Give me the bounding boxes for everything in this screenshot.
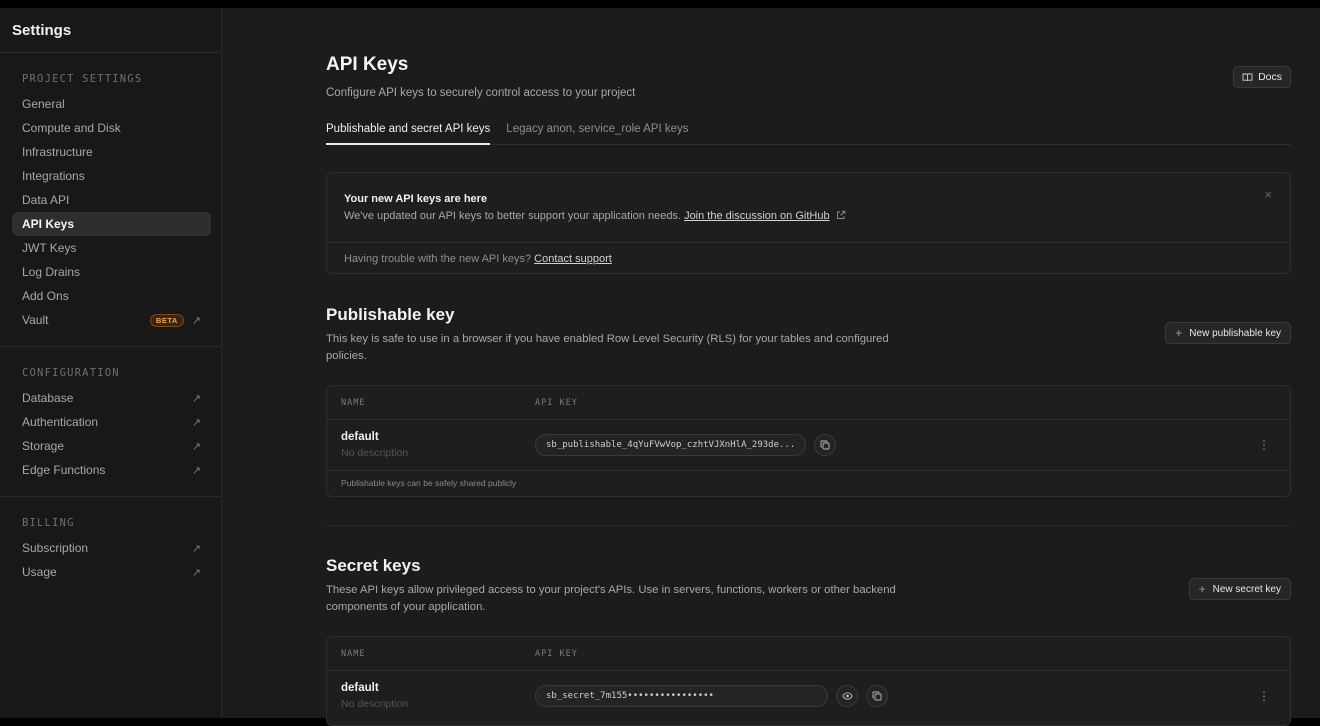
sidebar-item-storage[interactable]: Storage ↗ [12, 434, 211, 458]
close-icon[interactable]: × [1264, 187, 1272, 202]
new-publishable-key-button[interactable]: + New publishable key [1165, 322, 1291, 344]
contact-support-link[interactable]: Contact support [534, 253, 612, 265]
sidebar-item-label: General [22, 97, 65, 111]
table-footer-note: Publishable keys can be safely shared pu… [327, 470, 1290, 496]
notice-title: Your new API keys are here [344, 193, 488, 205]
arrow-up-right-icon: ↗ [191, 314, 201, 327]
sidebar-item-authentication[interactable]: Authentication ↗ [12, 410, 211, 434]
arrow-up-right-icon: ↗ [191, 416, 201, 429]
sidebar-item-label: Integrations [22, 169, 85, 183]
sidebar-item-label: Database [22, 391, 74, 405]
plus-icon: + [1175, 326, 1183, 340]
app-window: Settings PROJECT SETTINGS General Comput… [0, 8, 1320, 726]
sidebar-title: Settings [0, 8, 221, 53]
sidebar-item-label: Subscription [22, 541, 89, 555]
key-description: No description [341, 447, 409, 459]
column-header-name: NAME [341, 648, 366, 659]
api-keys-tabs: Publishable and secret API keys Legacy a… [326, 116, 1291, 145]
sidebar-item-label: API Keys [22, 217, 75, 231]
sidebar-item-log-drains[interactable]: Log Drains [12, 260, 211, 284]
docs-button[interactable]: Docs [1233, 66, 1291, 88]
column-header-name: NAME [341, 397, 366, 408]
new-publishable-key-label: New publishable key [1189, 327, 1281, 339]
secret-keys-title: Secret keys [326, 556, 421, 575]
sidebar-item-label: Authentication [22, 415, 99, 429]
sidebar-item-label: Compute and Disk [22, 121, 121, 135]
copy-icon[interactable] [866, 685, 888, 707]
sidebar-section-heading: CONFIGURATION [22, 367, 120, 379]
publishable-keys-table: NAME API KEY default No description sb_p… [326, 385, 1291, 497]
settings-sidebar: Settings PROJECT SETTINGS General Comput… [0, 8, 222, 718]
publishable-key-value[interactable]: sb_publishable_4qYuFVwVop_czhtVJXnHlA_29… [535, 434, 807, 456]
publishable-key-description: This key is safe to use in a browser if … [326, 333, 889, 362]
section-divider [326, 525, 1291, 526]
secret-keys-description: These API keys allow privileged access t… [326, 584, 896, 613]
sidebar-item-usage[interactable]: Usage ↗ [12, 560, 211, 584]
sidebar-item-label: JWT Keys [22, 241, 77, 255]
sidebar-item-label: Data API [22, 193, 70, 207]
sidebar-section-project-settings: PROJECT SETTINGS General Compute and Dis… [0, 53, 221, 347]
plus-icon: + [1198, 582, 1206, 596]
arrow-up-right-icon: ↗ [191, 440, 201, 453]
docs-label: Docs [1258, 71, 1282, 83]
beta-badge: BETA [149, 313, 184, 327]
sidebar-item-general[interactable]: General [12, 92, 211, 116]
table-row: default No description sb_secret_7m155••… [327, 671, 1290, 721]
tab-legacy-keys[interactable]: Legacy anon, service_role API keys [506, 116, 688, 145]
sidebar-item-label: Vault [22, 313, 49, 327]
sidebar-item-data-api[interactable]: Data API [12, 188, 211, 212]
sidebar-section-configuration: CONFIGURATION Database ↗ Authentication ↗ … [0, 347, 221, 497]
sidebar-item-add-ons[interactable]: Add Ons [12, 284, 211, 308]
key-name: default [341, 431, 379, 443]
arrow-up-right-icon: ↗ [191, 542, 201, 555]
sidebar-item-database[interactable]: Database ↗ [12, 386, 211, 410]
new-secret-key-button[interactable]: + New secret key [1188, 578, 1291, 600]
copy-icon[interactable] [814, 434, 837, 456]
secret-key-value[interactable]: sb_secret_7m155•••••••••••••••• [535, 685, 828, 707]
table-header: NAME API KEY [327, 637, 1290, 671]
sidebar-item-edge-functions[interactable]: Edge Functions ↗ [12, 458, 211, 482]
arrow-up-right-icon: ↗ [191, 464, 201, 477]
sidebar-item-vault[interactable]: Vault BETA ↗ [12, 308, 211, 332]
sidebar-section-billing: BILLING Subscription ↗ Usage ↗ [0, 497, 221, 598]
github-discussion-link[interactable]: Join the discussion on GitHub [684, 210, 830, 222]
sidebar-section-heading: PROJECT SETTINGS [22, 73, 143, 85]
tab-publishable-and-secret[interactable]: Publishable and secret API keys [326, 116, 491, 145]
sidebar-section-heading: BILLING [22, 517, 75, 529]
external-link-icon [836, 210, 845, 219]
book-icon [1242, 73, 1253, 81]
column-header-api-key: API KEY [535, 648, 578, 659]
sidebar-item-label: Storage [22, 439, 65, 453]
publishable-key-title: Publishable key [326, 305, 455, 324]
sidebar-item-label: Add Ons [22, 289, 69, 303]
main-content: API Keys Configure API keys to securely … [222, 8, 1320, 726]
sidebar-item-label: Usage [22, 565, 57, 579]
arrow-up-right-icon: ↗ [191, 566, 201, 579]
new-secret-key-label: New secret key [1212, 583, 1281, 595]
notice-text: We've updated our API keys to better sup… [344, 210, 681, 222]
sidebar-item-label: Log Drains [22, 265, 81, 279]
kebab-menu-icon[interactable]: ⋮ [1258, 439, 1270, 451]
eye-icon[interactable] [836, 685, 858, 707]
sidebar-item-infrastructure[interactable]: Infrastructure [12, 140, 211, 164]
page-subtitle: Configure API keys to securely control a… [326, 87, 636, 99]
kebab-menu-icon[interactable]: ⋮ [1258, 690, 1270, 702]
table-row: default No description sb_publishable_4q… [327, 420, 1290, 470]
page-title: API Keys [326, 54, 409, 75]
key-description: No description [341, 698, 409, 710]
sidebar-item-label: Infrastructure [22, 145, 93, 159]
secret-keys-table: NAME API KEY default No description sb_s… [326, 636, 1291, 726]
sidebar-item-integrations[interactable]: Integrations [12, 164, 211, 188]
new-api-keys-notice: Your new API keys are here We've updated… [326, 172, 1291, 274]
table-header: NAME API KEY [327, 386, 1290, 420]
sidebar-item-compute-and-disk[interactable]: Compute and Disk [12, 116, 211, 140]
notice-footer-text: Having trouble with the new API keys? [344, 253, 532, 265]
arrow-up-right-icon: ↗ [191, 392, 201, 405]
sidebar-item-subscription[interactable]: Subscription ↗ [12, 536, 211, 560]
sidebar-item-jwt-keys[interactable]: JWT Keys [12, 236, 211, 260]
key-name: default [341, 682, 379, 694]
sidebar-item-label: Edge Functions [22, 463, 106, 477]
column-header-api-key: API KEY [535, 397, 578, 408]
sidebar-item-api-keys[interactable]: API Keys [12, 212, 211, 236]
